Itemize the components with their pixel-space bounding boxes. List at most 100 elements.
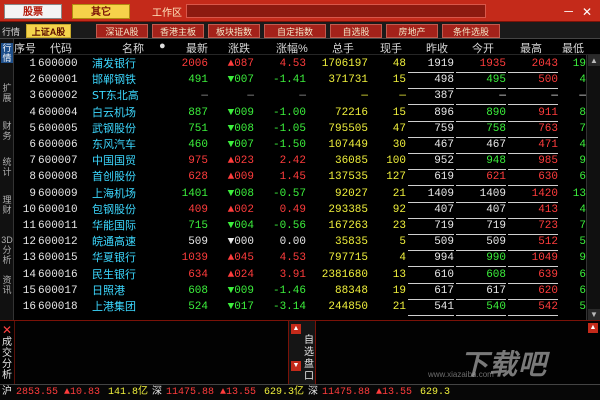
- vertical-scrollbar[interactable]: ▲ ▼: [586, 55, 600, 320]
- tab-shanghai-a[interactable]: 上证A股: [26, 24, 71, 38]
- scroll-up-icon[interactable]: ▲: [588, 55, 600, 66]
- row-high: 620: [508, 283, 558, 300]
- row-change: ▲087: [227, 58, 254, 70]
- table-row[interactable]: 1 600000 浦发银行 2006 ▲087 4.53 1706197 48 1919 1935…: [14, 56, 586, 73]
- row-open: 1409: [456, 186, 506, 203]
- panel-splitter[interactable]: ▲ ▼ 自选盘口: [288, 321, 316, 385]
- row-code: 600005: [38, 122, 78, 135]
- row-current-vol: 48: [392, 58, 406, 70]
- table-row[interactable]: 7 600007 中国国贸 975 ▲023 2.42 36085 100 952 948 985 9: [14, 153, 586, 171]
- row-volume: 36085: [334, 155, 368, 168]
- table-row[interactable]: 10 600010 包钢股份 409 ▲002 0.49 293385 92 407 407 413…: [14, 202, 586, 219]
- close-icon[interactable]: ✕: [2, 323, 12, 337]
- sidebar-item-stats[interactable]: 统计: [1, 157, 13, 177]
- row-change-pct: -0.57: [272, 187, 306, 200]
- row-name: 包钢股份: [92, 202, 136, 216]
- col-header-volume[interactable]: 总手: [332, 40, 354, 56]
- sort-indicator-icon: ●: [159, 40, 166, 52]
- col-header-change-pct[interactable]: 涨幅%: [276, 40, 308, 56]
- table-row[interactable]: 14 600016 民生银行 634 ▲024 3.91 2381680 13 610 608 63…: [14, 267, 586, 284]
- shenzhen2-change: ▲13.55: [376, 387, 413, 398]
- row-change: ▲009: [227, 171, 254, 184]
- row-open: 617: [456, 283, 506, 300]
- window-control-buttons[interactable]: － ✕: [563, 3, 594, 20]
- table-row[interactable]: 2 600001 邯郸钢铁 491 ▼007 -1.41 371731 15 498 495 500…: [14, 72, 586, 90]
- row-name: 华夏银行: [92, 251, 136, 265]
- row-high: 985: [508, 153, 558, 171]
- col-header-current-vol[interactable]: 现手: [380, 40, 402, 56]
- col-header-open[interactable]: 今开: [472, 40, 494, 56]
- table-row[interactable]: 11 600011 华能国际 715 ▼004 -0.56 167263 23 719 719 72…: [14, 218, 586, 235]
- row-name: ST东北高: [92, 89, 139, 103]
- sidebar-item-news[interactable]: 资讯: [1, 275, 13, 295]
- sidebar-item-extend[interactable]: 扩展: [1, 83, 13, 103]
- row-last-price: 634: [188, 268, 208, 281]
- row-current-vol: 92: [392, 203, 406, 216]
- other-menu-button[interactable]: 其它: [72, 4, 130, 19]
- tab-real-estate[interactable]: 房地产: [386, 24, 438, 38]
- table-row[interactable]: 4 600004 白云机场 887 ▼009 -1.00 72216 15 896 890 911 8: [14, 105, 586, 122]
- shanghai-change: ▲10.83: [64, 387, 101, 398]
- tab-watchlist[interactable]: 自选股: [330, 24, 382, 38]
- collapse-up-icon[interactable]: ▲: [291, 324, 301, 334]
- row-change: ▼008: [227, 187, 254, 200]
- sidebar-item-finance[interactable]: 财务: [1, 121, 13, 141]
- tab-hk-main-board[interactable]: 香港主板: [152, 24, 204, 38]
- table-row[interactable]: 5 600005 武钢股份 751 ▼008 -1.05 795505 47 759 758 763…: [14, 121, 586, 138]
- row-code: 600004: [38, 106, 78, 119]
- row-low: 5: [579, 236, 586, 249]
- row-index: 16: [22, 301, 36, 313]
- shanghai-label: 沪: [2, 387, 12, 398]
- table-row[interactable]: 8 600008 首创股份 628 ▲009 1.45 137535 127 619 621 630…: [14, 169, 586, 187]
- row-change-pct: —: [299, 90, 306, 103]
- row-current-vol: 5: [399, 236, 406, 249]
- tab-sector-index[interactable]: 板块指数: [208, 24, 260, 38]
- workspace-tab-area[interactable]: [186, 4, 486, 18]
- stock-menu-button[interactable]: 股票: [4, 4, 62, 19]
- col-header-low[interactable]: 最低: [562, 40, 584, 56]
- col-header-last[interactable]: 最新: [186, 40, 208, 56]
- watchlist-board-label[interactable]: 自选盘口: [304, 335, 316, 383]
- trade-analysis-label[interactable]: 成交分析: [2, 337, 14, 381]
- table-row[interactable]: 6 600006 东风汽车 460 ▼007 -1.50 107449 30 467 467 471…: [14, 137, 586, 154]
- table-row[interactable]: 12 600012 皖通高速 509 ▼000 0.00 35835 5 509 509 512 5: [14, 234, 586, 252]
- col-header-code[interactable]: 代码: [50, 40, 72, 56]
- col-header-high[interactable]: 最高: [520, 40, 542, 56]
- col-header-prev-close[interactable]: 昨收: [426, 40, 448, 56]
- tab-custom-index[interactable]: 自定指数: [264, 24, 326, 38]
- row-index: 7: [29, 155, 36, 168]
- tab-condition-screen[interactable]: 条件选股: [442, 24, 500, 38]
- col-header-index[interactable]: 序号: [14, 40, 36, 56]
- row-volume: 107449: [328, 139, 368, 151]
- sidebar-item-wealth[interactable]: 理财: [1, 195, 13, 215]
- row-low: 4: [579, 74, 586, 87]
- row-volume: 797715: [328, 252, 368, 265]
- scroll-down-icon[interactable]: ▼: [588, 309, 600, 320]
- col-header-change[interactable]: 涨跌: [228, 40, 250, 56]
- collapse-down-icon[interactable]: ▼: [291, 361, 301, 371]
- row-low: —: [579, 90, 586, 103]
- row-high: 512: [508, 234, 558, 252]
- table-row[interactable]: 13 600015 华夏银行 1039 ▲045 4.53 797715 4 994 990 104…: [14, 250, 586, 268]
- table-row[interactable]: 9 600009 上海机场 1401 ▼008 -0.57 92027 21 1409 1409 1…: [14, 186, 586, 203]
- table-row[interactable]: 16 600018 上港集团 524 ▼017 -3.14 244850 21 541 540 54…: [14, 299, 586, 316]
- row-low: 8: [579, 106, 586, 119]
- table-row[interactable]: 15 600017 日照港 608 ▼009 -1.46 88348 19 617 617 620 6: [14, 283, 586, 300]
- col-header-name[interactable]: 名称: [122, 40, 144, 56]
- sidebar-item-quotes[interactable]: 行情: [1, 43, 13, 63]
- tab-shenzhen-a[interactable]: 深证A股: [96, 24, 148, 38]
- row-prev-close: 952: [408, 153, 454, 171]
- row-open: 621: [456, 169, 506, 187]
- row-code: 600006: [38, 139, 78, 151]
- table-row[interactable]: 3 600002 ST东北高 — — — — —387— — —: [14, 88, 586, 106]
- expand-right-icon[interactable]: ▲: [588, 323, 598, 333]
- row-volume: 92027: [334, 187, 368, 200]
- row-code: 600017: [38, 284, 78, 297]
- sidebar-item-3d[interactable]: 3D分析: [1, 235, 13, 265]
- row-open: 540: [456, 299, 506, 316]
- row-change-pct: -1.41: [272, 74, 306, 87]
- row-prev-close: 994: [408, 250, 454, 268]
- row-open: 948: [456, 153, 506, 171]
- row-last-price: —: [201, 90, 208, 103]
- row-prev-close: 719: [408, 218, 454, 235]
